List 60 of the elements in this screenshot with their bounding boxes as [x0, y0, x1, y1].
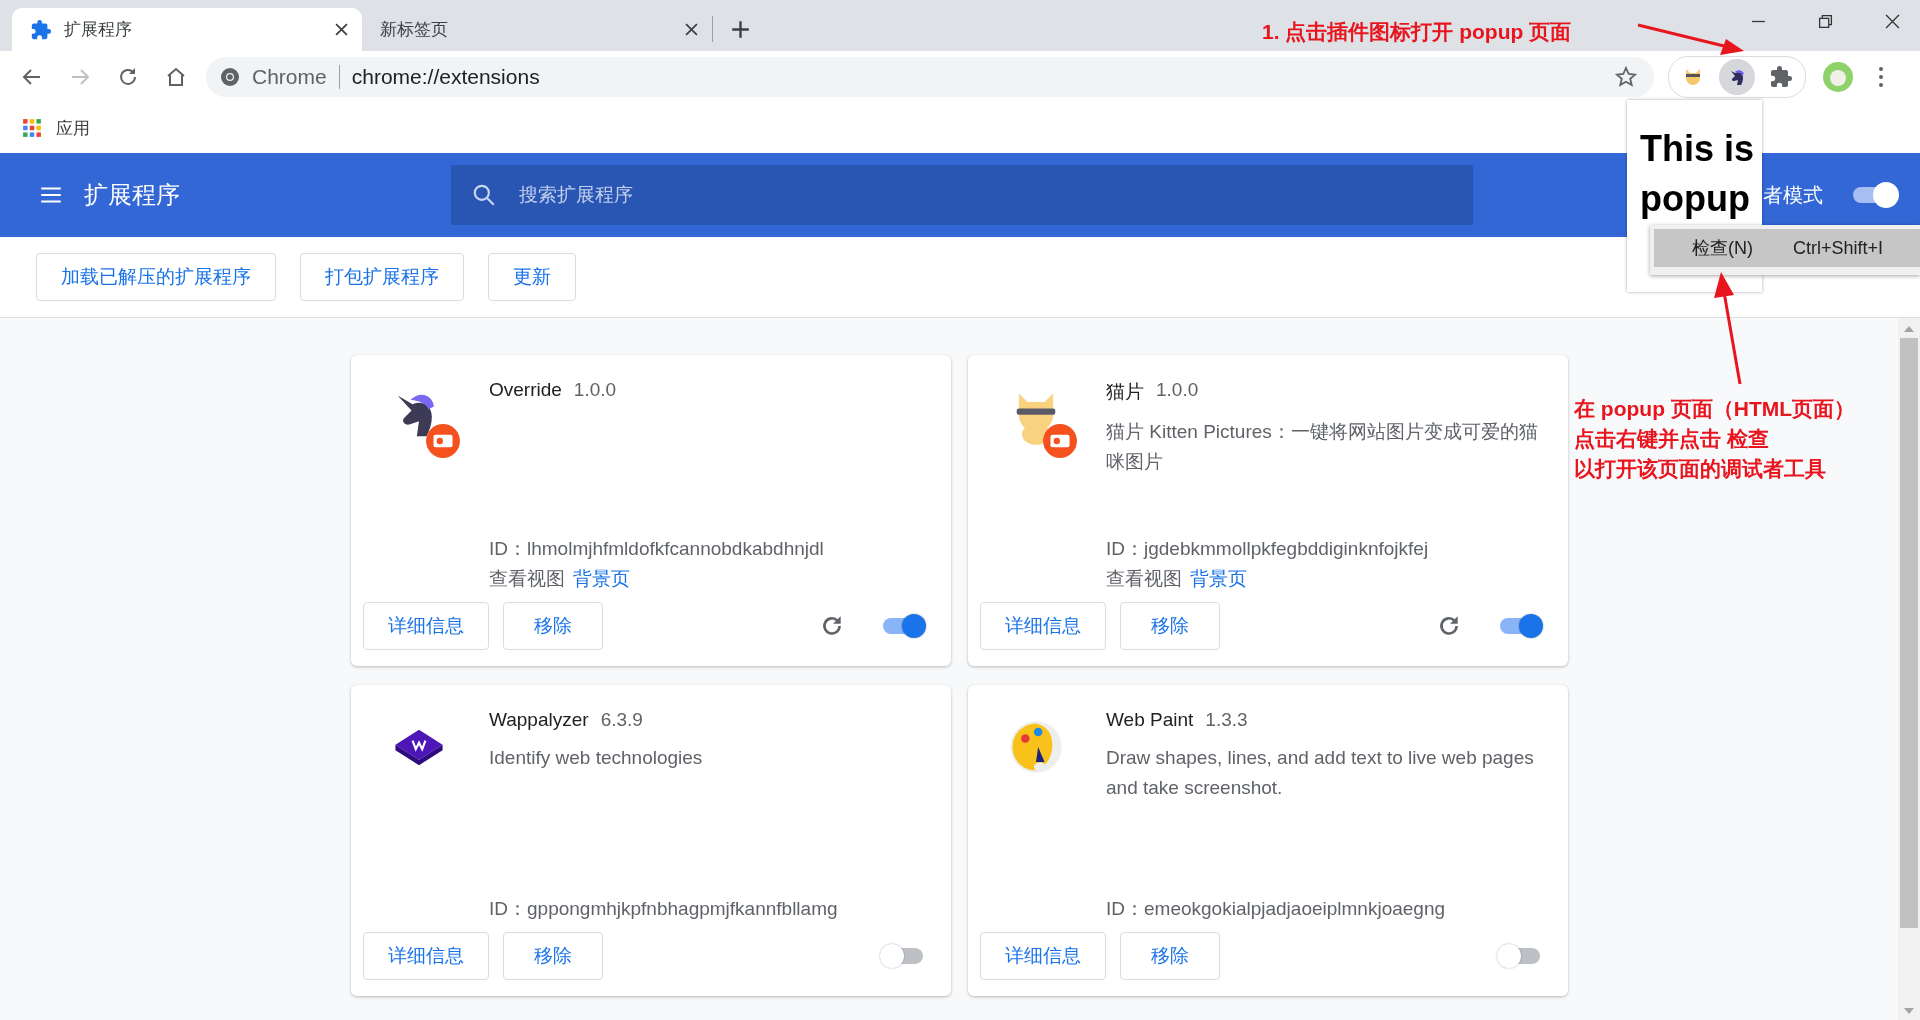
disk-badge-icon [425, 423, 461, 459]
remove-button[interactable]: 移除 [1120, 602, 1220, 650]
extension-name: Wappalyzer [489, 709, 589, 731]
menu-item[interactable]: 检查(N) Ctrl+Shift+I [1654, 229, 1920, 267]
search-field[interactable]: 搜索扩展程序 [451, 165, 1473, 225]
close-icon[interactable] [685, 23, 698, 36]
menu-icon[interactable] [1878, 65, 1884, 89]
action-button[interactable]: 更新 [488, 253, 576, 301]
extension-id: ID：jgdebkmmollpkfegbddiginknfojkfej [1106, 537, 1430, 561]
chrome-icon [220, 67, 240, 87]
scrollbar[interactable] [1898, 318, 1920, 1020]
action-button[interactable]: 打包扩展程序 [300, 253, 464, 301]
extension-name: 猫片 [1106, 380, 1144, 404]
extension-id: ID：gppongmhjkpfnbhagpmjfkannfbllamg [489, 897, 839, 921]
background-page-link[interactable]: 背景页 [1190, 564, 1247, 594]
extension-description: Draw shapes, lines, and add text to live web pages and take screenshot. [1106, 746, 1535, 800]
developer-mode-toggle[interactable] [1851, 181, 1901, 209]
background-page-link[interactable]: 背景页 [573, 564, 630, 594]
puzzle-icon[interactable] [1769, 65, 1793, 89]
apps-icon [22, 118, 42, 138]
extension-id: ID：lhmolmjhfmldofkfcannobdkabdhnjdl [489, 537, 825, 561]
site-label: Chrome [252, 65, 327, 89]
remove-button[interactable]: 移除 [503, 932, 603, 980]
remove-button[interactable]: 移除 [1120, 932, 1220, 980]
url-text: chrome://extensions [351, 65, 540, 89]
browser-tab[interactable]: 扩展程序 [12, 8, 362, 51]
address-bar[interactable]: Chrome chrome://extensions [206, 57, 1654, 97]
details-button[interactable]: 详细信息 [980, 932, 1106, 980]
disk-badge-icon [1042, 423, 1078, 459]
popup-text: This is popup [1639, 127, 1756, 221]
extension-version: 1.0.0 [1156, 379, 1199, 402]
extension-version: 1.3.3 [1205, 709, 1248, 731]
page-title: 扩展程序 [84, 180, 181, 210]
extension-description: 猫片 Kitten Pictures：一键将网站图片变成可爱的猫咪图片 [1106, 420, 1539, 474]
close-icon[interactable] [1885, 14, 1900, 29]
extension-name: Web Paint [1106, 709, 1194, 731]
extension-version: 1.0.0 [573, 379, 617, 401]
browser-tab[interactable]: 新标签页 [362, 8, 712, 51]
annotation-text: 在 popup 页面（HTML页面） 点击右键并点击 检查 以打开该页面的调试者工具 [1574, 396, 1856, 482]
views-label: 查看视图 [489, 567, 565, 591]
bookmark-item[interactable]: 应用 [22, 116, 90, 140]
plus-icon[interactable] [731, 20, 750, 39]
horse-icon[interactable] [1719, 59, 1755, 95]
action-button[interactable]: 加载已解压的扩展程序 [36, 253, 276, 301]
details-button[interactable]: 详细信息 [980, 602, 1106, 650]
star-icon[interactable] [1614, 65, 1638, 89]
search-icon [471, 182, 497, 208]
extension-name: Override [489, 379, 562, 401]
extension-description: Identify web technologies [489, 746, 704, 770]
details-button[interactable]: 详细信息 [363, 602, 489, 650]
puzzle-icon [30, 18, 52, 41]
views-label: 查看视图 [1106, 567, 1182, 591]
details-button[interactable]: 详细信息 [363, 932, 489, 980]
extension-version: 6.3.9 [600, 709, 643, 731]
close-icon[interactable] [335, 23, 348, 36]
remove-button[interactable]: 移除 [503, 602, 603, 650]
developer-mode-label: 者模式 [1763, 182, 1823, 208]
extension-id: ID：emeokgokialpjadjaoeiplmnkjoaegng [1106, 897, 1447, 921]
restore-icon[interactable] [1818, 14, 1833, 29]
annotation-text: 1. 点击插件图标打开 popup 页面 [1262, 19, 1572, 45]
